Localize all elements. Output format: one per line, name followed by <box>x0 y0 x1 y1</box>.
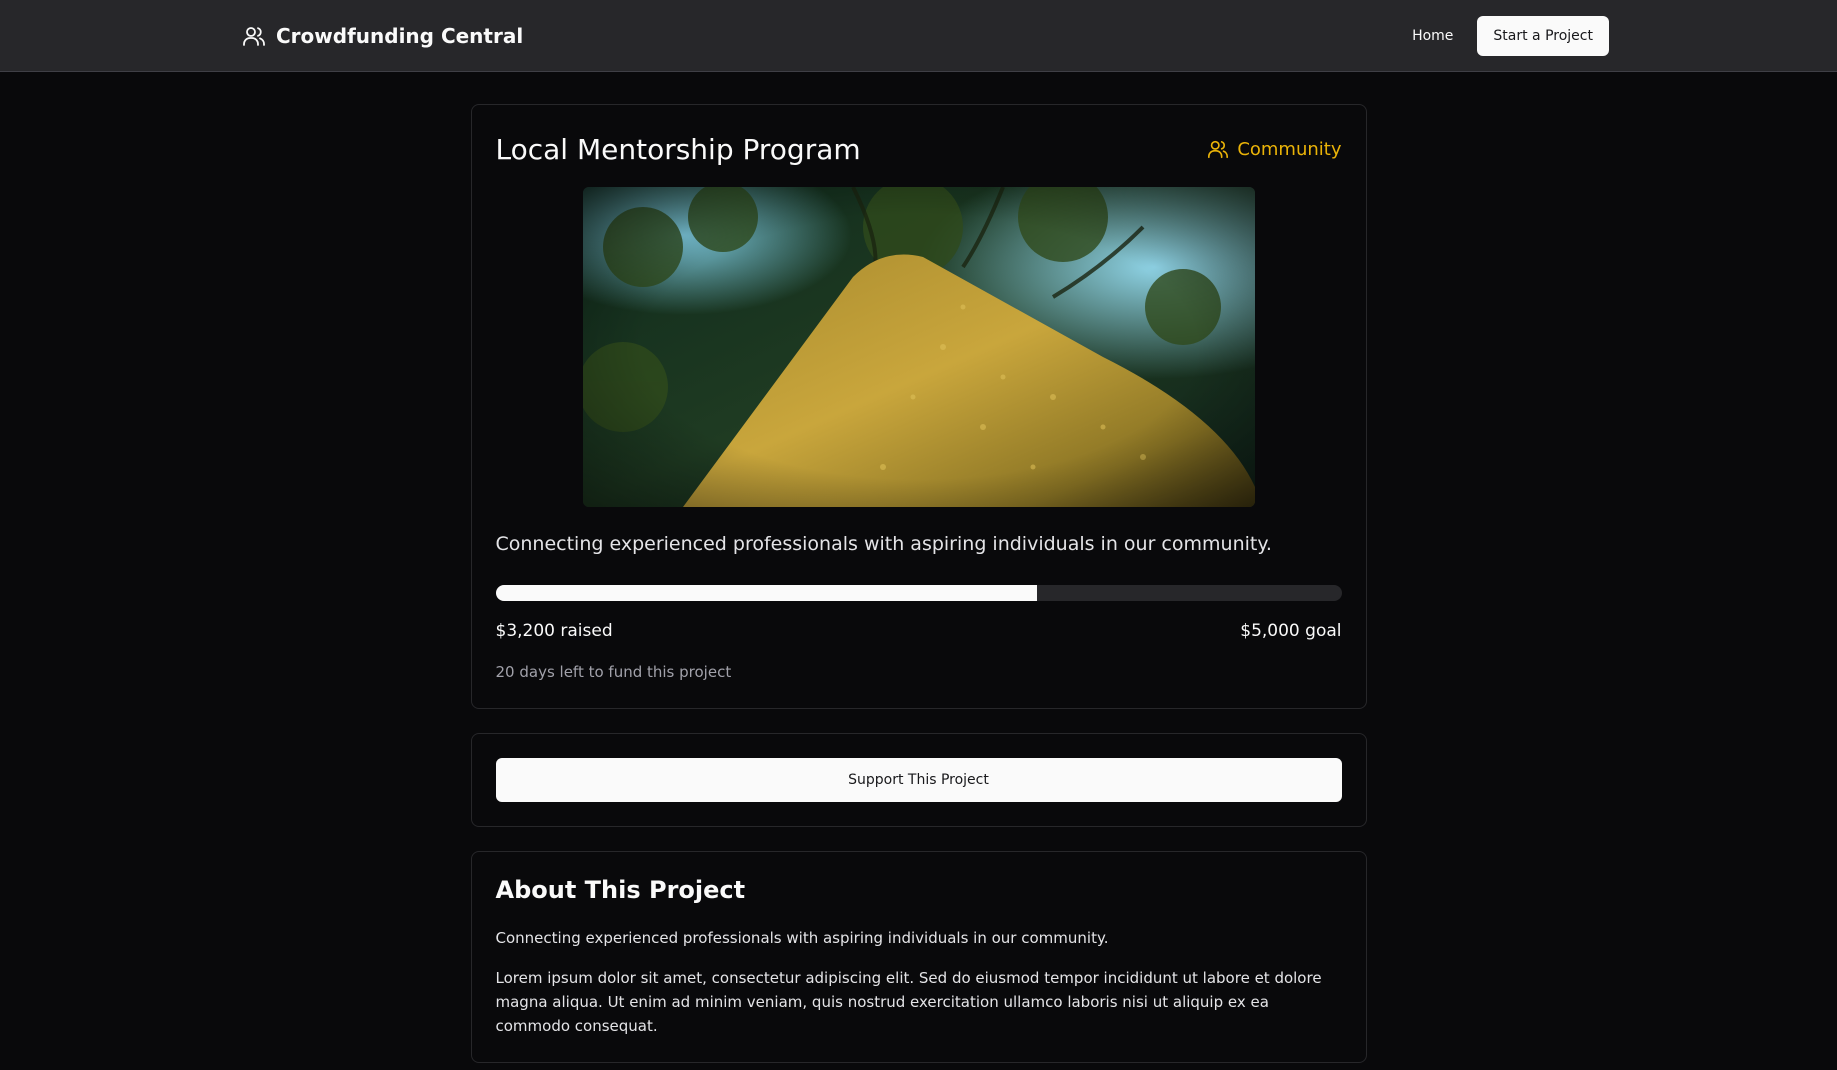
about-card: About This Project Connecting experience… <box>470 851 1367 1063</box>
home-link[interactable]: Home <box>1412 28 1453 44</box>
main-content: Local Mentorship Program Community Conne… <box>470 104 1367 1063</box>
days-left: 20 days left to fund this project <box>495 663 732 681</box>
about-paragraph: Lorem ipsum dolor sit amet, consectetur … <box>495 969 1322 1035</box>
project-card: Local Mentorship Program Community Conne… <box>470 104 1367 709</box>
users-icon <box>242 24 266 48</box>
top-navbar: Crowdfunding Central Home Start a Projec… <box>0 0 1837 72</box>
project-image <box>582 187 1255 507</box>
category-label: Community <box>1237 138 1342 160</box>
project-header: Local Mentorship Program Community <box>496 129 1342 169</box>
funding-progress-fill <box>495 585 1037 601</box>
support-card: Support This Project <box>470 733 1367 827</box>
start-project-button[interactable]: Start a Project <box>1477 15 1609 56</box>
category-badge: Community <box>1207 138 1342 160</box>
nav-menu: Home Start a Project <box>1412 15 1609 56</box>
users-icon <box>1207 138 1229 160</box>
project-tagline: Connecting experienced professionals wit… <box>495 533 1272 555</box>
project-title: Local Mentorship Program <box>495 132 861 166</box>
brand-title: Crowdfunding Central <box>276 23 524 48</box>
brand[interactable]: Crowdfunding Central <box>242 24 523 48</box>
goal-amount: $5,000 goal <box>1240 621 1342 641</box>
about-title: About This Project <box>495 876 746 904</box>
funding-progress-bar <box>495 585 1342 601</box>
support-project-button[interactable]: Support This Project <box>495 758 1342 802</box>
funding-amounts: $3,200 raised $5,000 goal <box>496 621 1342 641</box>
project-image-graphic <box>582 187 1255 507</box>
raised-amount: $3,200 raised <box>495 621 613 641</box>
about-paragraph: Connecting experienced professionals wit… <box>495 929 1109 947</box>
